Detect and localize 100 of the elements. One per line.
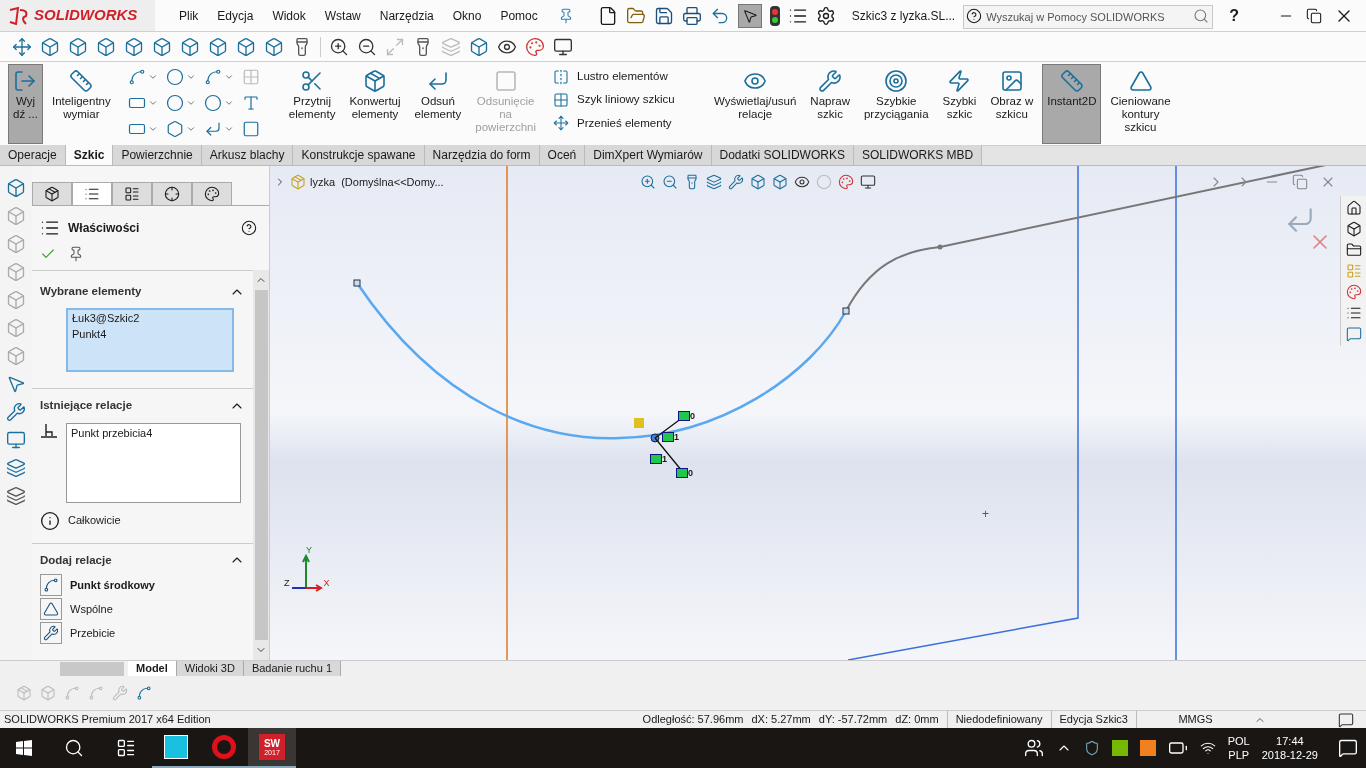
clock-time[interactable]: 17:44 [1276,734,1304,748]
panel-tab[interactable] [192,182,232,206]
ribbon-tab[interactable]: Arkusz blachy [201,145,294,165]
relations-list[interactable]: Punkt przebicia4 [66,422,241,503]
zoom-icon[interactable] [640,174,656,190]
model-tab[interactable]: Badanie ruchu 1 [243,661,342,676]
endpoint-handle[interactable] [353,279,361,287]
open-folder-icon[interactable] [625,5,646,26]
view-cube-icon[interactable] [40,36,60,57]
hide-show-icon[interactable] [794,174,810,190]
view-orientation-icon[interactable] [750,174,766,190]
layers-icon[interactable] [6,458,26,478]
help-search-field[interactable]: Wyszukaj w Pomocy SOLIDWORKS [963,4,1214,29]
display-style-icon[interactable] [772,174,788,190]
endpoint-handle[interactable] [842,307,850,315]
target-icon[interactable] [884,69,909,93]
list-item[interactable]: Punkt przebicia4 [71,423,236,442]
relation-button[interactable]: Punkt środkowy [40,572,245,597]
restore-icon[interactable] [1306,7,1322,24]
menu-item[interactable]: Wstaw [324,6,361,25]
tray-app-icon[interactable] [1111,740,1128,756]
view-cube-icon[interactable] [180,36,200,57]
zoom-area-icon[interactable] [357,36,377,57]
help-icon[interactable] [241,220,257,236]
dimension-icon[interactable] [69,69,94,93]
menu-item[interactable]: Narzędzia [379,6,434,25]
menu-item[interactable]: Edycja [217,6,254,25]
keyboard-indicator[interactable]: PLP [1228,748,1250,762]
ribbon-button[interactable]: Szybki szkic [937,64,982,144]
ribbon-button[interactable]: Wyświetlaj/usuń relacje [709,64,802,144]
help-button[interactable]: ? [1229,3,1239,28]
menu-item[interactable]: Okno [452,6,482,25]
lightning-icon[interactable] [947,69,972,93]
windows-start-icon[interactable] [16,740,32,756]
line-icon[interactable] [127,68,146,86]
fillet-icon[interactable] [203,120,222,138]
ribbon-list-item[interactable]: Przenieś elementy [553,114,697,132]
ribbon-tab[interactable]: Szkic [65,145,114,165]
tree-root-item[interactable]: lyzka (Domyślna<<Domy... [310,174,444,191]
polygon-icon[interactable] [165,120,184,138]
layers-icon[interactable] [6,486,26,506]
relation-button[interactable]: Przebicie [40,620,245,645]
menu-item[interactable]: Plik [179,6,199,25]
view-cube-icon[interactable] [68,36,88,57]
selected-point[interactable] [650,433,660,443]
parts-icon[interactable] [1345,221,1362,237]
ribbon-button[interactable]: Napraw szkic [805,64,855,144]
ribbon-button[interactable]: Wyj dź ... [8,64,43,144]
tray-app-icon[interactable] [1139,740,1156,756]
menu-item[interactable]: Widok [272,6,306,25]
ribbon-tab[interactable]: Operacje [0,145,66,165]
dropdown-icon[interactable] [223,98,234,108]
zoom-fit-icon[interactable] [329,36,349,57]
ribbon-tab[interactable]: Oceń [539,145,586,165]
scene-icon[interactable] [838,174,854,190]
save-icon[interactable] [653,5,674,26]
view-cube-icon[interactable] [264,36,284,57]
panel-tab[interactable] [32,182,72,206]
appearance-icon[interactable] [525,36,545,57]
ellipse-icon[interactable] [203,94,222,112]
text-icon[interactable] [241,94,260,112]
ribbon-button[interactable]: Szybkie przyciągania [858,64,934,144]
view-cube-icon[interactable] [236,36,256,57]
dropdown-icon[interactable] [185,98,196,108]
ribbon-list-item[interactable]: Lustro elementów [553,68,697,86]
spline-icon[interactable] [136,685,152,701]
print-icon[interactable] [681,5,702,26]
dropdown-icon[interactable] [147,98,158,108]
dropdown-icon[interactable] [223,72,234,82]
shield-icon[interactable] [1083,740,1100,756]
ribbon-tab[interactable]: DimXpert Wymiarów [585,145,712,165]
arc-icon[interactable] [165,94,184,112]
ribbon-list-item[interactable]: Szyk liniowy szkicu [553,91,697,109]
properties-icon[interactable] [1345,305,1362,321]
ribbon-tab[interactable]: Narzędzia do form [424,145,540,165]
pin-icon[interactable] [68,246,84,262]
view-cube-icon[interactable] [96,36,116,57]
ribbon-button[interactable]: Inteligentny wymiar [46,64,116,144]
view-cube-icon[interactable] [124,36,144,57]
language-indicator[interactable]: POL [1227,734,1250,748]
monitor-icon[interactable] [553,36,573,57]
view-cube-icon[interactable] [6,178,26,198]
model-tab[interactable]: Model [128,661,177,676]
ribbon-button[interactable]: Przytnij elementy [283,64,341,144]
ribbon-button[interactable]: Cieniowane kontury szkicu [1105,64,1176,144]
traffic-light-icon[interactable] [769,5,780,26]
dropdown-icon[interactable] [223,124,234,134]
people-icon[interactable] [1023,738,1044,758]
list-item[interactable]: Punkt4 [72,326,228,343]
view-cube-icon[interactable] [152,36,172,57]
sketch-pointer-icon[interactable] [6,374,26,394]
dropdown-icon[interactable] [185,124,196,134]
view-cube-icon[interactable] [208,36,228,57]
forum-icon[interactable] [1345,326,1362,342]
ribbon-button[interactable]: Konwertuj elementy [344,64,406,144]
point-icon[interactable] [241,120,260,138]
wifi-icon[interactable] [1199,740,1216,756]
panel-tab[interactable] [112,182,152,206]
section-view-icon[interactable] [706,174,722,190]
shape-icon[interactable] [1128,69,1153,93]
